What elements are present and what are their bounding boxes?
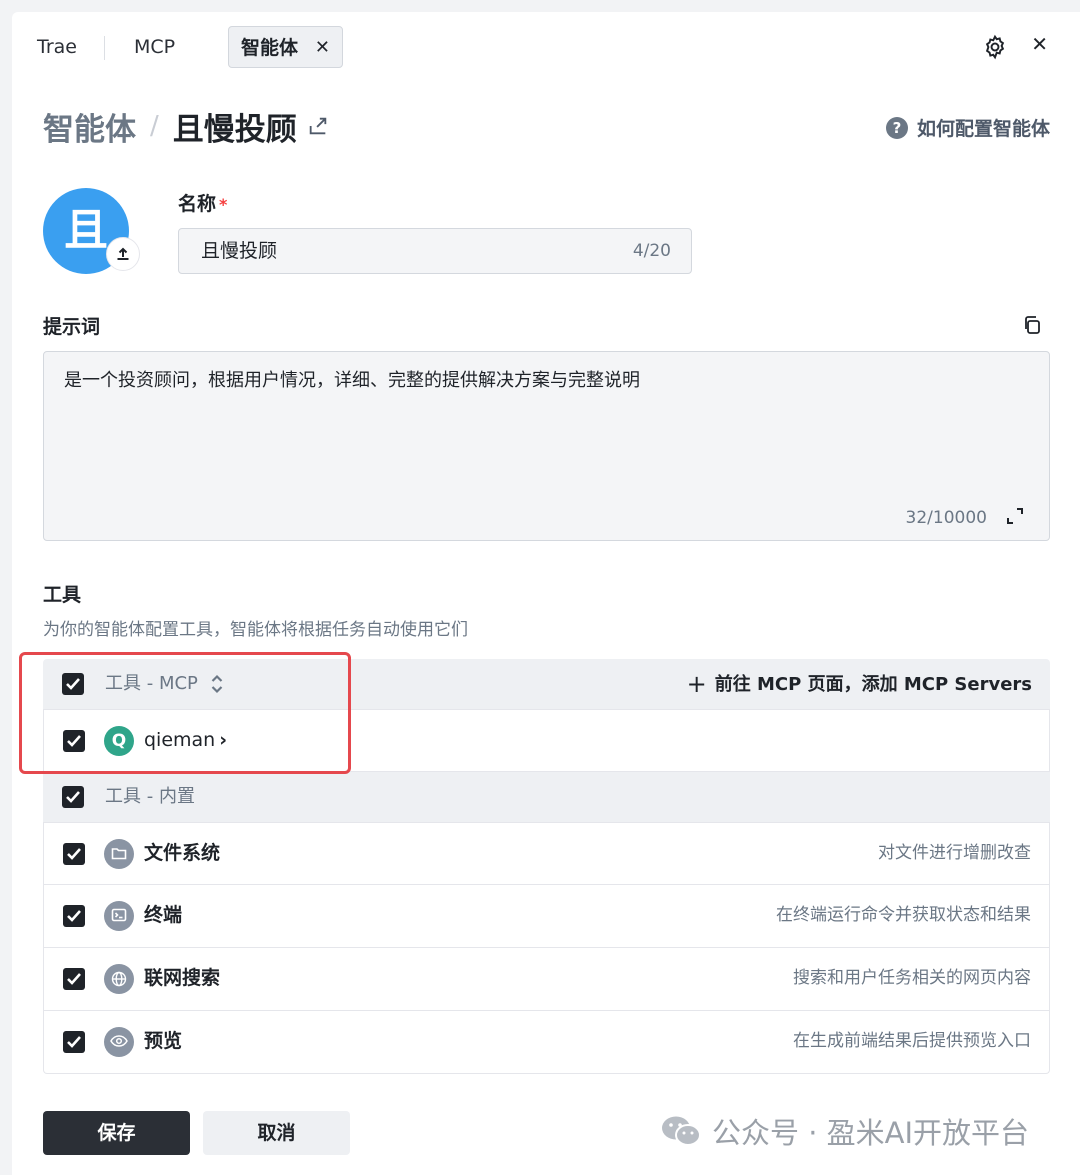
tool-checkbox[interactable] [63,968,85,990]
breadcrumb-separator: / [150,111,159,141]
expand-icon[interactable] [1005,506,1025,526]
tool-description: 在生成前端结果后提供预览入口 [793,1031,1031,1051]
name-field[interactable]: 且慢投顾 4/20 [178,228,692,274]
tool-row-preview[interactable]: 预览 在生成前端结果后提供预览入口 [43,1011,1050,1074]
tool-row-filesystem[interactable]: 文件系统 对文件进行增删改查 [43,822,1050,885]
globe-icon [104,964,134,994]
tool-description: 对文件进行增删改查 [878,843,1031,863]
name-label-text: 名称 [178,193,217,215]
tab-mcp[interactable]: MCP [134,26,175,68]
required-mark: * [219,195,228,214]
tools-title: 工具 [43,584,82,606]
folder-icon [104,839,134,869]
breadcrumb: 智能体 / 且慢投顾 [43,104,329,148]
prompt-char-count: 32/10000 [905,508,987,528]
tab-trae[interactable]: Trae [37,26,77,68]
tab-close-icon[interactable]: ✕ [315,27,330,69]
tool-checkbox[interactable] [63,843,85,865]
watermark: 公众号 · 盈米AI开放平台 [660,1110,1029,1152]
question-icon: ? [885,116,908,139]
tool-checkbox[interactable] [63,1031,85,1053]
builtin-group-title: 工具 - 内置 [105,786,195,807]
name-char-count: 4/20 [632,241,671,261]
tool-name: 联网搜索 [144,967,221,989]
add-mcp-servers-label: 前往 MCP 页面，添加 MCP Servers [714,674,1032,695]
tool-name: 文件系统 [144,842,221,864]
plus-icon: + [686,670,707,698]
tool-name: 预览 [144,1030,183,1052]
terminal-icon [104,901,134,931]
prompt-label: 提示词 [43,316,101,338]
save-button[interactable]: 保存 [43,1111,190,1155]
tool-checkbox[interactable] [63,905,85,927]
prompt-textarea[interactable]: 是一个投资顾问，根据用户情况，详细、完整的提供解决方案与完整说明 32/1000… [43,351,1050,541]
builtin-group-checkbox[interactable] [62,786,84,808]
gear-icon[interactable] [982,34,1008,60]
tool-description: 在终端运行命令并获取状态和结果 [776,905,1031,925]
eye-icon [104,1027,134,1057]
tool-name: 终端 [144,904,183,926]
help-link[interactable]: ? 如何配置智能体 [885,114,1050,141]
agent-config-panel: Trae MCP 智能体 ✕ ✕ 智能体 / 且慢投顾 ? 如何配置智能体 且 … [12,12,1080,1175]
upload-avatar-button[interactable] [106,237,140,271]
add-mcp-servers-link[interactable]: + 前往 MCP 页面，添加 MCP Servers [687,659,1032,710]
name-label: 名称 * [178,189,227,216]
cancel-button[interactable]: 取消 [203,1111,350,1155]
tab-bar: Trae MCP 智能体 ✕ [12,26,1080,68]
builtin-group-header: 工具 - 内置 [43,772,1050,822]
tools-description: 为你的智能体配置工具，智能体将根据任务自动使用它们 [43,620,468,640]
wechat-icon [662,1116,701,1146]
breadcrumb-root[interactable]: 智能体 [43,104,136,149]
highlight-annotation-box [19,652,351,774]
share-icon[interactable] [307,115,329,137]
tool-description: 搜索和用户任务相关的网页内容 [793,968,1031,988]
copy-icon[interactable] [1022,315,1042,335]
tab-agent-label: 智能体 [241,37,299,59]
tab-divider [104,36,105,60]
upload-icon [117,247,129,260]
prompt-text[interactable]: 是一个投资顾问，根据用户情况，详细、完整的提供解决方案与完整说明 [64,366,640,392]
tool-row-terminal[interactable]: 终端 在终端运行命令并获取状态和结果 [43,885,1050,948]
tool-row-web-search[interactable]: 联网搜索 搜索和用户任务相关的网页内容 [43,948,1050,1011]
page-title: 且慢投顾 [172,111,297,148]
help-link-label: 如何配置智能体 [916,118,1050,140]
close-panel-icon[interactable]: ✕ [1031,32,1048,56]
name-input[interactable]: 且慢投顾 [201,229,277,273]
watermark-text: 公众号 · 盈米AI开放平台 [712,1116,1030,1150]
tab-agent[interactable]: 智能体 ✕ [228,26,343,68]
